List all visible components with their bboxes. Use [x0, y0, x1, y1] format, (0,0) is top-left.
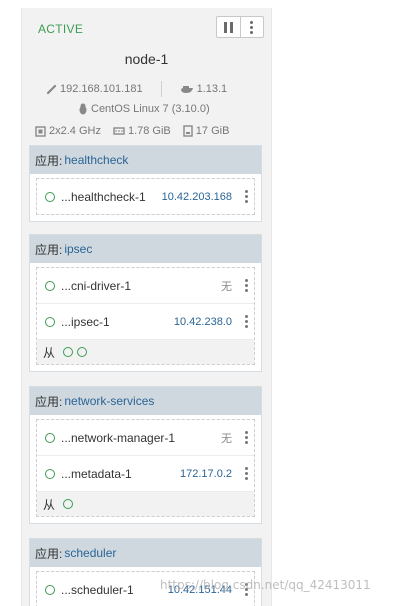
storage-icon — [183, 125, 193, 137]
container-name[interactable]: ...metadata-1 — [61, 467, 132, 481]
docker-whale-icon — [180, 86, 193, 93]
stack-name-link[interactable]: ipsec — [64, 242, 92, 256]
container-ip: 10.42.238.0 — [173, 315, 232, 328]
status-circle-icon — [45, 191, 55, 202]
container-name[interactable]: ...network-manager-1 — [61, 431, 175, 445]
sidekick-label: 从 — [43, 345, 56, 360]
status-circle-icon — [45, 584, 55, 595]
host-menu-button[interactable] — [239, 17, 264, 37]
container-row[interactable]: ...ipsec-1 10.42.238.0 — [37, 304, 254, 340]
status-circle-icon — [45, 280, 55, 291]
memory-icon — [113, 127, 125, 135]
container-ip: 172.17.0.2 — [180, 467, 232, 480]
stack-ipsec: 应用: ipsec ...cni-driver-1 无 ...ipsec-1 1… — [29, 234, 262, 372]
sidekick-label: 从 — [43, 497, 56, 512]
stack-network-services: 应用: network-services ...network-manager-… — [29, 386, 262, 524]
stack-healthcheck: 应用: healthcheck ...healthcheck-1 10.42.2… — [29, 145, 262, 222]
sidekick-row: 从 — [37, 492, 254, 516]
stack-prefix: 应用: — [35, 153, 63, 168]
container-ip: 无 — [221, 280, 232, 293]
cpu-icon — [35, 125, 46, 137]
pause-icon — [223, 21, 233, 33]
container-name[interactable]: ...ipsec-1 — [61, 315, 110, 329]
host-memory: 1.78 GiB — [127, 125, 171, 137]
link-icon — [46, 84, 57, 94]
host-storage: 17 GiB — [195, 125, 230, 137]
host-info-row-os: CentOS Linux 7 (3.10.0) — [78, 103, 210, 115]
host-cpu: 2x2.4 GHz — [49, 125, 101, 137]
stack-name-link[interactable]: network-services — [64, 394, 154, 408]
host-actions — [216, 16, 264, 38]
more-vertical-icon[interactable] — [245, 467, 248, 480]
stack-scheduler: 应用: scheduler ...scheduler-1 10.42.151.4… — [29, 538, 262, 606]
divider — [160, 81, 162, 97]
more-vertical-icon[interactable] — [245, 190, 248, 203]
host-info-row-network: 192.168.101.181 1.13.1 — [46, 81, 256, 97]
watermark: https://blog.csdn.net/qq_42413011 — [160, 578, 371, 592]
stack-prefix: 应用: — [35, 242, 63, 257]
sidekick-status-icon[interactable] — [63, 499, 74, 509]
stack-header: 应用: scheduler — [30, 539, 261, 567]
container-row[interactable]: ...network-manager-1 无 — [37, 420, 254, 456]
pause-button[interactable] — [217, 17, 240, 37]
host-state-label: ACTIVE — [38, 22, 84, 36]
stack-header: 应用: healthcheck — [30, 146, 261, 174]
container-name[interactable]: ...cni-driver-1 — [61, 279, 131, 293]
container-ip: 10.42.203.168 — [161, 190, 232, 203]
sidekick-row: 从 — [37, 340, 254, 364]
status-circle-icon — [45, 468, 55, 479]
more-vertical-icon[interactable] — [245, 431, 248, 444]
container-ip: 无 — [221, 432, 232, 445]
container-row[interactable]: ...metadata-1 172.17.0.2 — [37, 456, 254, 492]
host-os: CentOS Linux 7 (3.10.0) — [91, 103, 210, 115]
container-row[interactable]: ...cni-driver-1 无 — [37, 268, 254, 304]
more-vertical-icon[interactable] — [245, 279, 248, 292]
host-ip: 192.168.101.181 — [60, 83, 143, 95]
stack-prefix: 应用: — [35, 394, 63, 409]
status-circle-icon — [45, 432, 55, 443]
more-vertical-icon — [250, 20, 254, 34]
container-row[interactable]: ...healthcheck-1 10.42.203.168 — [37, 179, 254, 214]
stack-header: 应用: ipsec — [30, 235, 261, 263]
stack-prefix: 应用: — [35, 546, 63, 561]
stack-header: 应用: network-services — [30, 387, 261, 415]
container-name[interactable]: ...healthcheck-1 — [61, 190, 146, 204]
docker-version: 1.13.1 — [196, 83, 228, 95]
host-card: ACTIVE node-1 192.168.101.181 1.13.1 Cen… — [21, 8, 272, 606]
linux-tux-icon — [79, 103, 87, 115]
stack-name-link[interactable]: healthcheck — [64, 153, 128, 167]
host-info-row-resources: 2x2.4 GHz 1.78 GiB 17 GiB — [35, 125, 261, 137]
host-name: node-1 — [124, 51, 169, 67]
more-vertical-icon[interactable] — [245, 315, 248, 328]
stack-name-link[interactable]: scheduler — [64, 546, 116, 560]
sidekick-status-icon[interactable] — [63, 347, 74, 357]
status-circle-icon — [45, 316, 55, 327]
sidekick-status-icon[interactable] — [77, 347, 88, 357]
container-name[interactable]: ...scheduler-1 — [61, 583, 134, 597]
